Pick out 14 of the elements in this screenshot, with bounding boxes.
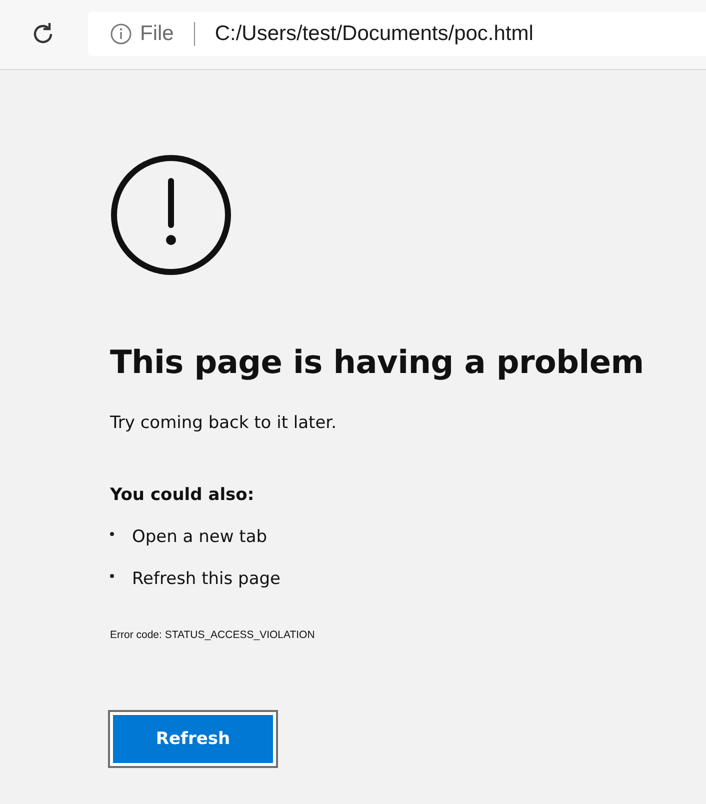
address-bar[interactable]: File C:/Users/test/Documents/poc.html	[88, 12, 706, 56]
refresh-button[interactable]: Refresh	[110, 712, 276, 766]
bullet-icon	[110, 532, 114, 536]
scheme-label: File	[140, 22, 174, 46]
error-code: Error code: STATUS_ACCESS_VIOLATION	[110, 628, 316, 642]
suggestion-text: Open a new tab	[132, 526, 268, 548]
suggestions-heading: You could also:	[110, 484, 256, 506]
bullet-icon	[110, 574, 114, 578]
suggestion-text: Refresh this page	[132, 568, 280, 590]
warning-icon	[110, 154, 232, 276]
info-icon[interactable]	[110, 22, 132, 44]
url-text: C:/Users/test/Documents/poc.html	[214, 22, 534, 46]
error-message: Try coming back to it later.	[110, 412, 338, 434]
error-heading: This page is having a problem	[110, 342, 645, 382]
